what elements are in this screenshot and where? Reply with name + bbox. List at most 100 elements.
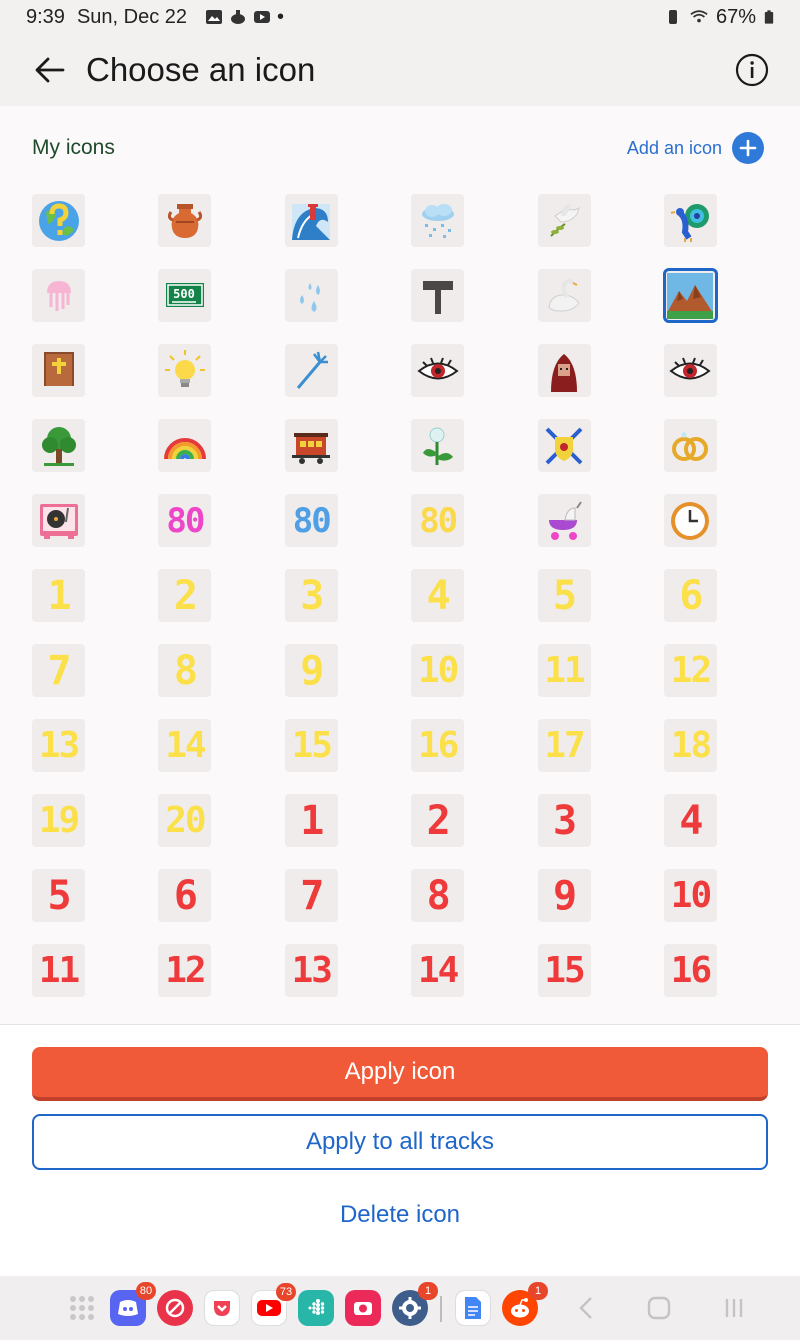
icon-tile[interactable]: 6 — [663, 569, 717, 622]
icon-tile[interactable]: 17 — [537, 719, 591, 772]
youtube-app[interactable]: 73 — [251, 1283, 296, 1326]
fitbit-app[interactable] — [298, 1290, 334, 1326]
icon-tile[interactable] — [32, 269, 85, 322]
icon-tile[interactable]: 80 — [284, 494, 338, 547]
reddit-app[interactable]: 1 — [502, 1282, 548, 1326]
icon-tile[interactable]: 2 — [158, 569, 212, 622]
icon-tile[interactable]: 4 — [411, 569, 465, 622]
pocket-app[interactable] — [204, 1290, 240, 1326]
icon-tile[interactable]: 8 — [411, 869, 465, 922]
icon-tile[interactable] — [537, 194, 591, 247]
icon-tile[interactable]: 500 — [158, 269, 212, 322]
icon-tile[interactable] — [663, 494, 717, 547]
icon-tile[interactable]: 14 — [158, 719, 212, 772]
back-button[interactable] — [30, 50, 70, 90]
icon-tile[interactable]: 12 — [663, 644, 717, 697]
settings-app[interactable]: 1 — [392, 1282, 438, 1326]
add-icon-button[interactable]: Add an icon — [627, 132, 764, 164]
icon-tile[interactable]: 16 — [663, 944, 717, 997]
icon-tile[interactable]: 15 — [284, 719, 338, 772]
delete-icon-button[interactable]: Delete icon — [0, 1193, 800, 1237]
tile-number-label: 11 — [38, 949, 80, 991]
icon-tile[interactable] — [663, 344, 717, 397]
discord-app[interactable]: 80 — [110, 1282, 156, 1326]
icon-tile[interactable]: 80 — [411, 494, 465, 547]
icon-tile[interactable] — [284, 194, 338, 247]
icon-tile[interactable]: 12 — [158, 944, 212, 997]
icon-tile[interactable]: 14 — [411, 944, 465, 997]
tile-number-label: 8 — [173, 647, 198, 694]
icon-tile[interactable]: 3 — [284, 569, 338, 622]
icon-tile[interactable]: 80 — [158, 494, 212, 547]
icon-tile[interactable]: 13 — [284, 944, 338, 997]
icon-tile[interactable] — [284, 269, 338, 322]
info-button[interactable] — [734, 52, 770, 88]
icon-tile[interactable]: 18 — [663, 719, 717, 772]
icon-tile[interactable]: 4 — [663, 794, 717, 847]
icon-tile[interactable] — [663, 194, 717, 247]
icon-tile[interactable] — [284, 419, 338, 472]
icon-tile[interactable]: 8 — [158, 644, 212, 697]
icon-tile[interactable] — [32, 494, 85, 547]
icon-tile[interactable] — [411, 269, 465, 322]
svg-text:500: 500 — [173, 287, 195, 301]
icon-tile[interactable]: 10 — [663, 869, 717, 922]
light-bulb-icon — [164, 349, 205, 387]
recents-icon — [725, 1299, 743, 1317]
icon-tile[interactable]: 20 — [158, 794, 212, 847]
icon-tile[interactable]: 5 — [32, 869, 85, 922]
tile-number-label: 17 — [544, 724, 585, 766]
app-drawer-button[interactable] — [64, 1290, 100, 1326]
tile-number-label: 10 — [670, 874, 712, 916]
back-nav-button[interactable] — [568, 1290, 604, 1326]
screen-recorder-app[interactable] — [345, 1290, 381, 1326]
icon-tile[interactable]: 6 — [158, 869, 212, 922]
tile-number-label: 14 — [165, 724, 206, 766]
apply-icon-button[interactable]: Apply icon — [32, 1047, 768, 1101]
icon-tile[interactable] — [411, 344, 465, 397]
icon-tile[interactable]: 16 — [411, 719, 465, 772]
icon-tile[interactable] — [32, 194, 85, 247]
gallery-notification-icon — [206, 10, 223, 24]
icon-tile[interactable] — [663, 419, 717, 472]
icon-tile[interactable] — [32, 419, 85, 472]
recents-nav-button[interactable] — [716, 1290, 752, 1326]
icon-tile[interactable]: 13 — [32, 719, 85, 772]
icon-tile[interactable] — [411, 419, 465, 472]
icon-tile[interactable] — [411, 194, 465, 247]
icon-tile[interactable] — [537, 494, 591, 547]
icon-picker-content[interactable]: My icons Add an icon 500 80 80 80 1 2 3 … — [0, 106, 800, 1024]
icon-tile[interactable] — [537, 344, 591, 397]
section-header: My icons Add an icon — [32, 132, 764, 164]
icon-tile[interactable] — [537, 419, 591, 472]
sync-app[interactable] — [157, 1290, 193, 1326]
vase-icon — [167, 203, 202, 238]
icon-tile[interactable]: 3 — [537, 794, 591, 847]
icon-tile[interactable]: 19 — [32, 794, 85, 847]
icon-tile[interactable] — [32, 344, 85, 397]
icon-tile[interactable]: 7 — [32, 644, 85, 697]
icon-tile[interactable]: 7 — [284, 869, 338, 922]
icon-tile[interactable] — [284, 344, 338, 397]
icon-tile[interactable]: 11 — [32, 944, 85, 997]
icon-tile[interactable]: 9 — [284, 644, 338, 697]
icon-tile[interactable]: 1 — [284, 794, 338, 847]
docs-app[interactable] — [455, 1290, 491, 1326]
water-drops-icon — [300, 282, 321, 312]
icon-tile[interactable] — [158, 194, 212, 247]
icon-tile[interactable]: 11 — [537, 644, 591, 697]
icon-tile[interactable]: 9 — [537, 869, 591, 922]
icon-tile-selected[interactable] — [662, 268, 718, 323]
icon-tile[interactable]: 5 — [537, 569, 591, 622]
icon-tile[interactable] — [158, 344, 212, 397]
icon-tile[interactable]: 1 — [32, 569, 85, 622]
icon-tile[interactable]: 2 — [411, 794, 465, 847]
icon-tile[interactable] — [537, 269, 591, 322]
apply-to-all-tracks-button[interactable]: Apply to all tracks — [32, 1114, 768, 1170]
icon-tile[interactable]: 15 — [537, 944, 591, 997]
bottom-action-sheet: Apply icon Apply to all tracks Delete ic… — [0, 1024, 800, 1276]
icon-tile[interactable] — [158, 419, 212, 472]
home-nav-button[interactable] — [641, 1290, 677, 1326]
snow-cloud-icon — [421, 203, 454, 238]
icon-tile[interactable]: 10 — [411, 644, 465, 697]
